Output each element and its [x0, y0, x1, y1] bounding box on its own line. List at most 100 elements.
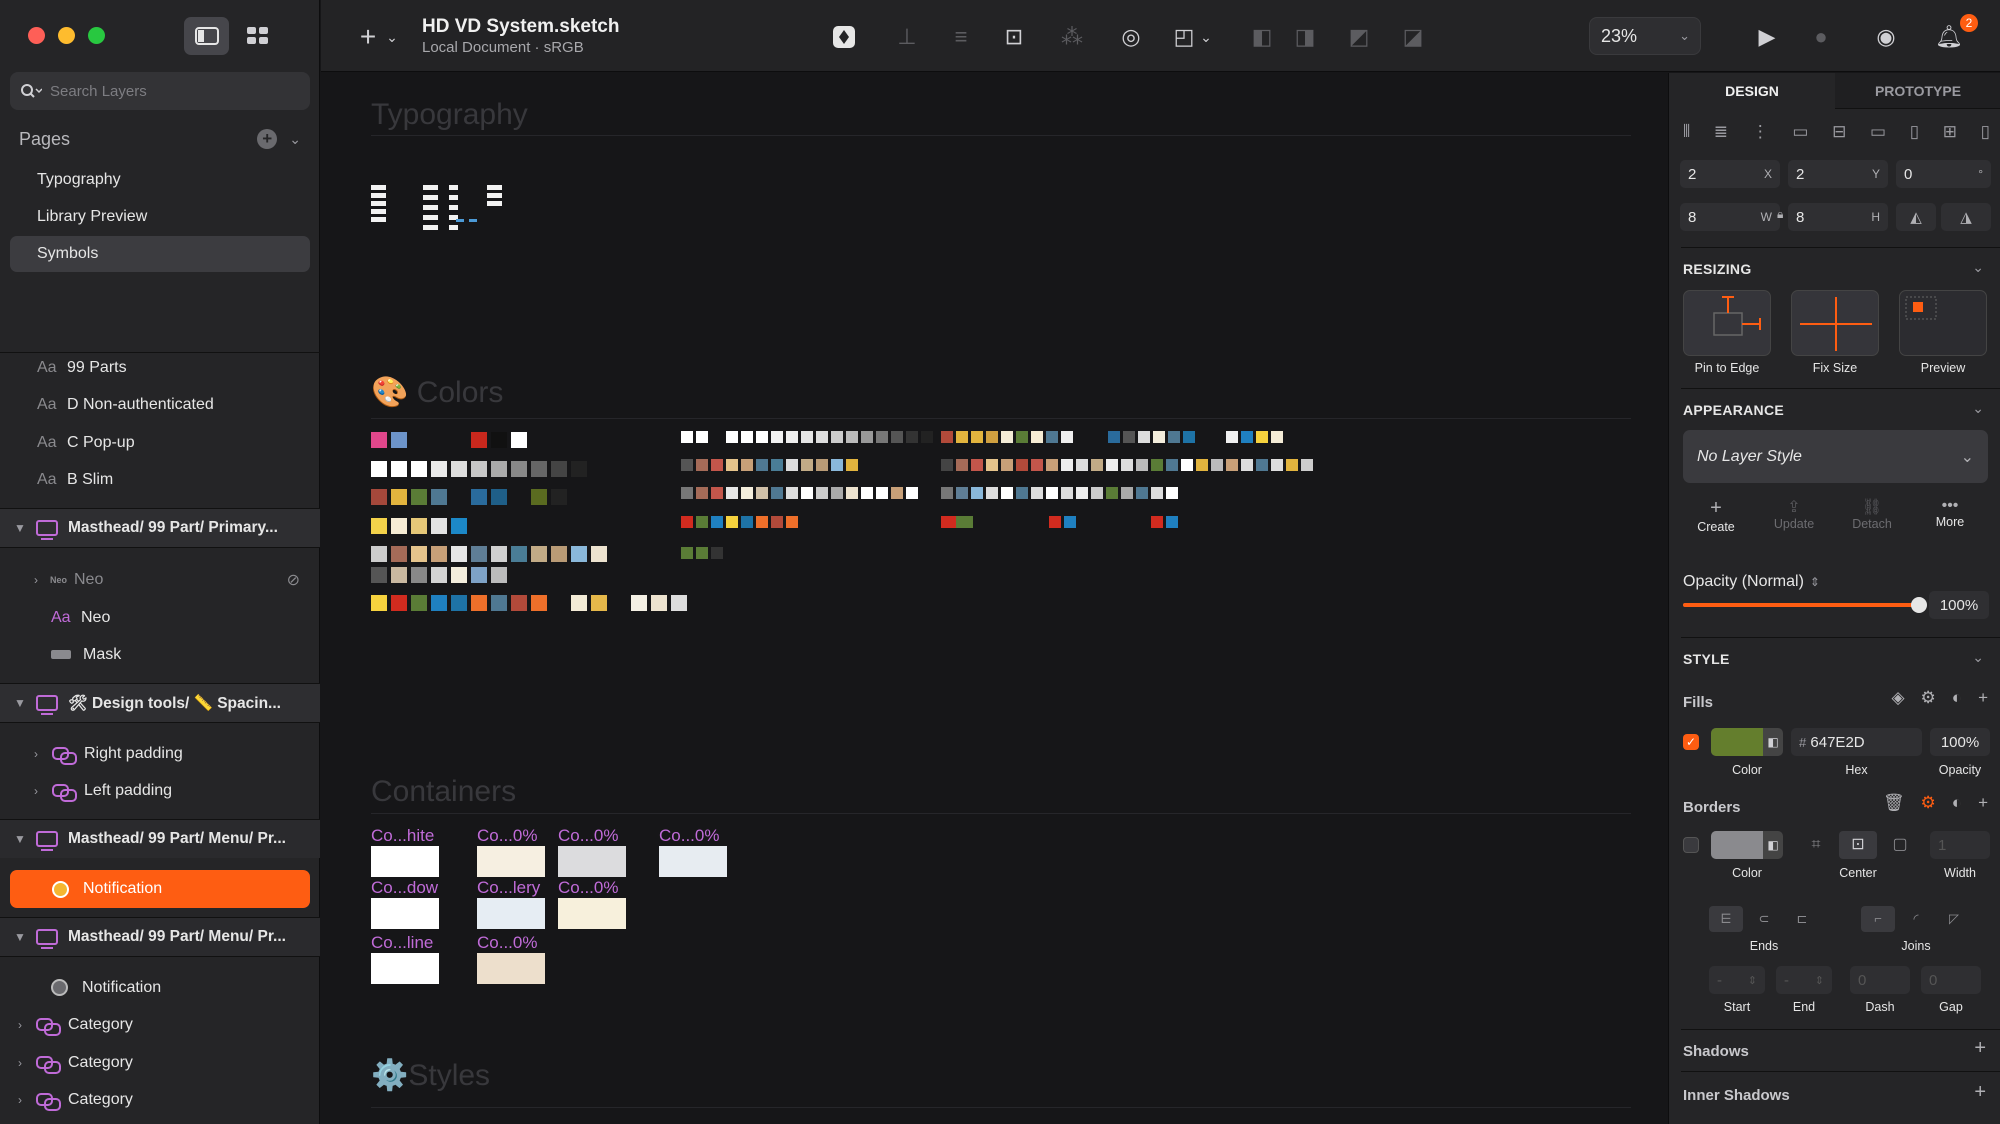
color-swatch[interactable] — [451, 518, 467, 534]
color-swatch[interactable] — [371, 518, 387, 534]
container-swatch[interactable]: Co...line — [371, 933, 439, 984]
container-swatch[interactable]: Co...0% — [477, 933, 545, 984]
color-swatch[interactable] — [681, 547, 693, 559]
minimize-window-button[interactable] — [58, 27, 75, 44]
add-page-icon[interactable]: + — [257, 129, 278, 149]
color-swatch[interactable] — [831, 459, 843, 471]
color-swatch[interactable] — [1121, 487, 1133, 499]
color-swatch[interactable] — [571, 546, 587, 562]
end-arrow-select[interactable]: - ⇕ — [1776, 966, 1832, 994]
more-vertical-icon[interactable]: ⋮ — [1752, 122, 1769, 142]
create-symbol-icon[interactable] — [829, 22, 859, 52]
canvas[interactable]: Typography 🎨 Colors Containers Co...hite… — [321, 73, 1668, 1124]
width-field[interactable]: 8W — [1680, 203, 1780, 231]
color-swatch[interactable] — [801, 459, 813, 471]
color-swatch[interactable] — [1106, 459, 1118, 471]
color-swatch[interactable] — [391, 432, 407, 448]
color-swatch[interactable] — [1001, 431, 1013, 443]
color-swatch[interactable] — [471, 546, 487, 562]
chevron-right-icon[interactable]: › — [28, 747, 44, 761]
pin-to-edge-card[interactable] — [1683, 290, 1771, 356]
color-swatch[interactable] — [571, 461, 587, 477]
opacity-slider-knob[interactable] — [1911, 597, 1927, 613]
update-style-button[interactable]: ⇪ Update — [1761, 497, 1827, 531]
color-swatch[interactable] — [511, 432, 527, 448]
color-swatch[interactable] — [651, 595, 667, 611]
border-outside-icon[interactable]: ▢ — [1881, 831, 1919, 859]
color-swatch[interactable] — [1076, 487, 1088, 499]
color-swatch[interactable] — [771, 431, 783, 443]
color-swatch[interactable] — [756, 431, 768, 443]
chevron-down-icon[interactable]: ⌄ — [1191, 22, 1221, 52]
distribute-icon[interactable]: ⊥ — [892, 22, 922, 52]
color-swatch[interactable] — [371, 567, 387, 583]
color-swatch[interactable] — [681, 516, 693, 528]
color-swatch[interactable] — [1226, 431, 1238, 443]
color-swatch[interactable] — [831, 487, 843, 499]
color-swatch[interactable] — [551, 546, 567, 562]
color-swatch[interactable] — [741, 459, 753, 471]
color-swatch[interactable] — [391, 489, 407, 505]
container-swatch[interactable]: Co...0% — [659, 826, 727, 877]
gear-icon[interactable]: ⚙︎ — [1921, 793, 1936, 813]
color-swatch[interactable] — [1061, 459, 1073, 471]
chevron-right-icon[interactable]: › — [28, 573, 44, 587]
height-field[interactable]: 8H — [1788, 203, 1888, 231]
color-swatch[interactable] — [1121, 459, 1133, 471]
tab-design[interactable]: DESIGN — [1669, 73, 1835, 109]
color-swatch[interactable] — [681, 431, 693, 443]
color-swatch[interactable] — [956, 431, 968, 443]
intersect-icon[interactable]: ◩ — [1344, 22, 1374, 52]
color-swatch[interactable] — [1108, 431, 1120, 443]
distribute-h-icon[interactable]: ⫴ — [1683, 122, 1690, 142]
color-swatch[interactable] — [511, 461, 527, 477]
color-swatch[interactable] — [986, 487, 998, 499]
chevron-down-icon[interactable]: ▼ — [12, 521, 28, 535]
container-swatch[interactable]: Co...0% — [558, 826, 626, 877]
bevel-join-icon[interactable]: ◸ — [1937, 906, 1971, 932]
page-item[interactable]: Library Preview — [10, 199, 310, 235]
more-style-button[interactable]: ••• More — [1917, 497, 1983, 529]
color-swatch[interactable] — [906, 431, 918, 443]
x-field[interactable]: 2X — [1680, 160, 1780, 188]
layer-style-select[interactable]: No Layer Style ⌄ — [1683, 430, 1988, 483]
color-swatch[interactable] — [411, 461, 427, 477]
layer-symbol[interactable]: › Category — [0, 1081, 320, 1118]
union-icon[interactable]: ◧ — [1247, 22, 1277, 52]
chevron-right-icon[interactable]: › — [12, 1093, 28, 1107]
color-swatch[interactable] — [391, 595, 407, 611]
align-right-icon[interactable]: ▭ — [1870, 122, 1886, 142]
mask-icon[interactable]: ⁂ — [1057, 22, 1087, 52]
color-swatch[interactable] — [1123, 431, 1135, 443]
page-item-selected[interactable]: Symbols — [10, 236, 310, 272]
add-inner-shadow-icon[interactable]: + — [1974, 1081, 1986, 1104]
align-hcenter-icon[interactable]: ⊟ — [1832, 122, 1846, 142]
opacity-value[interactable]: 100% — [1929, 591, 1989, 619]
color-swatch[interactable] — [411, 567, 427, 583]
color-swatch[interactable] — [431, 461, 447, 477]
search-layers[interactable]: Search Layers — [10, 72, 310, 110]
color-swatch[interactable] — [956, 516, 968, 528]
color-swatch[interactable] — [861, 431, 873, 443]
color-swatch[interactable] — [906, 487, 918, 499]
butt-end-icon[interactable]: ⋿ — [1709, 906, 1743, 932]
color-swatch[interactable] — [786, 431, 798, 443]
color-swatch[interactable] — [1301, 459, 1313, 471]
layer-symbol[interactable]: › Right padding — [0, 735, 320, 772]
chevron-down-icon[interactable]: ▼ — [12, 696, 28, 710]
color-swatch[interactable] — [861, 487, 873, 499]
color-swatch[interactable] — [671, 595, 687, 611]
color-swatch[interactable] — [1271, 459, 1283, 471]
color-swatch[interactable] — [371, 595, 387, 611]
color-swatch[interactable] — [681, 459, 693, 471]
color-swatch[interactable] — [491, 432, 507, 448]
fill-enabled-checkbox[interactable]: ✓ — [1683, 734, 1699, 750]
color-swatch[interactable] — [631, 595, 647, 611]
plus-icon[interactable]: + — [1978, 688, 1988, 708]
distribute-v-icon[interactable]: ≣ — [1714, 122, 1728, 142]
page-item[interactable]: Typography — [10, 162, 310, 198]
zoom-select[interactable]: 23% ⌄ — [1589, 17, 1701, 55]
color-swatch[interactable] — [1106, 487, 1118, 499]
color-swatch[interactable] — [741, 487, 753, 499]
color-swatch[interactable] — [1286, 459, 1298, 471]
